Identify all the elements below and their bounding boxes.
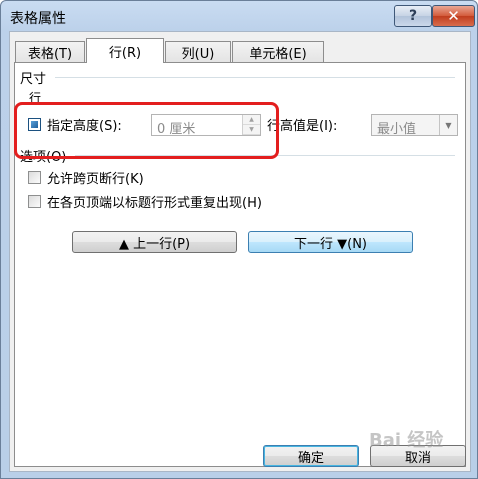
repeat-header-label: 在各页顶端以标题行形式重复出现(H) — [47, 196, 262, 211]
close-button[interactable]: ✕ — [432, 5, 475, 27]
row-height-selected: 最小值 — [377, 122, 417, 137]
size-group-divider — [55, 77, 455, 78]
window-title: 表格属性 — [10, 11, 66, 27]
tab-column[interactable]: 列(U) — [165, 41, 231, 63]
tab-row-label: 行(R) — [108, 45, 142, 61]
previous-row-label: ▲ 上一行(P) — [118, 236, 191, 252]
ok-label: 确定 — [297, 450, 324, 466]
tab-cell[interactable]: 单元格(E) — [232, 41, 324, 63]
repeat-header-checkbox[interactable] — [28, 195, 41, 208]
size-group-heading: 尺寸 — [20, 72, 47, 87]
previous-row-button[interactable]: ▲ 上一行(P) — [72, 231, 237, 253]
help-icon: ? — [408, 8, 418, 24]
next-row-button[interactable]: 下一行 ▼(N) — [248, 231, 413, 253]
chevron-down-icon[interactable]: ▼ — [439, 115, 457, 135]
next-row-label: 下一行 ▼(N) — [294, 236, 367, 252]
highlight-annotation — [14, 102, 279, 159]
tab-column-label: 列(U) — [181, 47, 215, 62]
watermark: Bai 经验 — [369, 430, 444, 451]
ok-button[interactable]: 确定 — [263, 445, 359, 467]
row-height-select[interactable]: 最小值 ▼ — [371, 114, 458, 137]
dialog-window: 表格属性 ? ✕ 表格(T) 行(R) 列(U) 单元格(E) 尺寸 行 指定高… — [0, 0, 478, 479]
tab-table[interactable]: 表格(T) — [15, 41, 85, 63]
allow-break-label: 允许跨页断行(K) — [47, 172, 144, 187]
help-button[interactable]: ? — [394, 5, 432, 27]
title-bar[interactable]: 表格属性 ? ✕ — [1, 1, 478, 31]
allow-break-checkbox[interactable] — [28, 171, 41, 184]
tab-table-label: 表格(T) — [27, 47, 73, 62]
close-icon: ✕ — [447, 7, 460, 25]
tab-cell-label: 单元格(E) — [249, 47, 307, 62]
tab-row[interactable]: 行(R) — [86, 38, 164, 63]
dialog-client: 表格(T) 行(R) 列(U) 单元格(E) 尺寸 行 指定高度(S): 0 厘… — [9, 31, 471, 472]
